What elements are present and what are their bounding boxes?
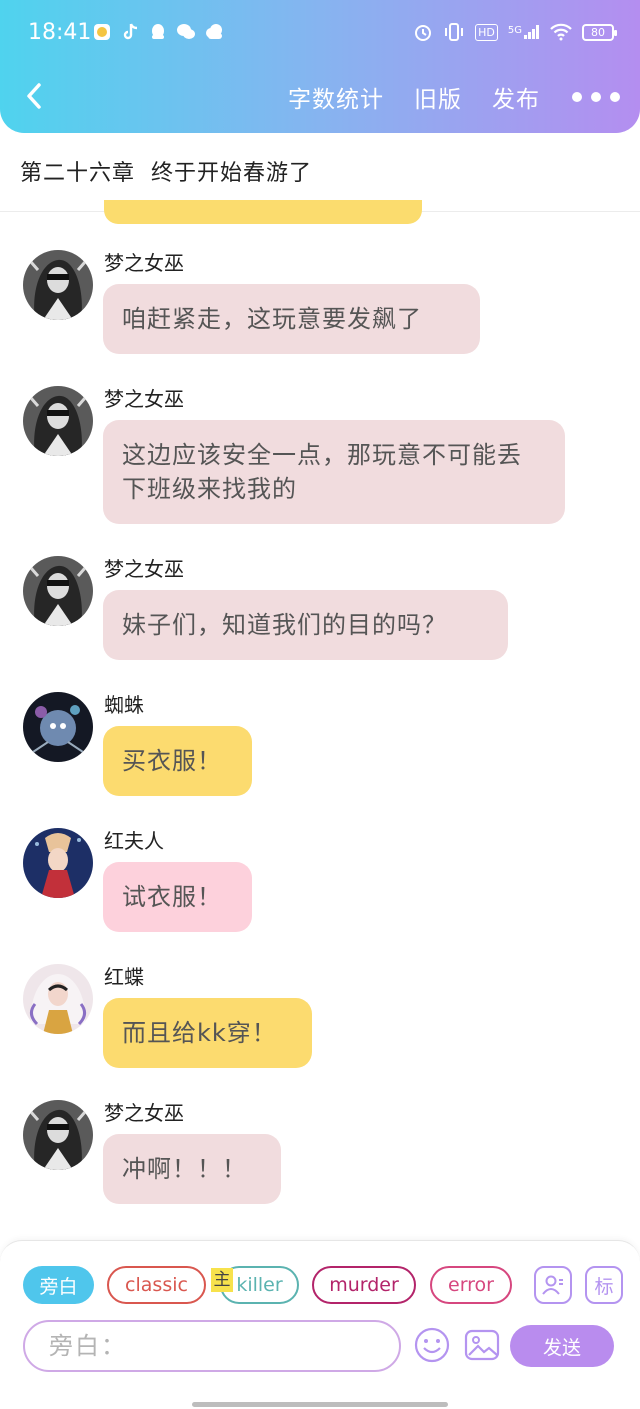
network-label: 5G	[507, 25, 522, 36]
role-manage-icon	[542, 1275, 563, 1295]
previous-message-bubble[interactable]	[104, 200, 422, 224]
sender-name: 梦之女巫	[104, 251, 184, 275]
sender-name: 梦之女巫	[104, 1101, 184, 1125]
role-chip-narration[interactable]: 旁白	[23, 1266, 94, 1304]
back-button[interactable]	[20, 78, 50, 114]
alarm-icon	[415, 25, 432, 41]
publish-button[interactable]: 发布	[492, 80, 540, 114]
message-bubble[interactable]: 而且给kk穿！	[103, 998, 312, 1068]
message-bubble[interactable]: 妹子们，知道我们的目的吗？	[103, 590, 508, 660]
message-input[interactable]: 旁白：	[23, 1320, 401, 1372]
avatar[interactable]	[23, 964, 93, 1034]
system-status: HD 5G 80	[413, 22, 617, 42]
word-count-button[interactable]: 字数统计	[288, 80, 384, 114]
avatar[interactable]	[23, 828, 93, 898]
emoji-icon	[414, 1327, 450, 1363]
avatar[interactable]	[23, 250, 93, 320]
mark-button[interactable]: 标	[585, 1266, 623, 1304]
role-chip-murder[interactable]: murder	[312, 1266, 416, 1304]
old-version-button[interactable]: 旧版	[414, 80, 462, 114]
avatar[interactable]	[23, 1100, 93, 1170]
app-header: 18:41 HD 5G 80 字数统计 旧版 发布	[0, 0, 640, 133]
role-chip-classic[interactable]: classic	[107, 1266, 206, 1304]
home-indicator[interactable]	[192, 1402, 448, 1407]
notification-app-icon	[92, 22, 112, 42]
mark-button-label: 标	[594, 1275, 614, 1298]
wifi-icon	[550, 23, 572, 41]
message-bubble[interactable]: 试衣服！	[103, 862, 252, 932]
sender-name: 蜘蛛	[104, 693, 144, 717]
sender-name: 红蝶	[104, 965, 144, 989]
cloud-app-icon	[204, 22, 224, 42]
back-icon	[27, 83, 41, 109]
chapter-title[interactable]: 第二十六章 终于开始春游了	[20, 155, 312, 187]
wechat-icon	[176, 22, 196, 42]
role-chip-error[interactable]: error	[430, 1266, 512, 1304]
qq-icon	[148, 22, 168, 42]
message-bubble[interactable]: 这边应该安全一点，那玩意不可能丢下班级来找我的	[103, 420, 565, 524]
more-icon[interactable]	[572, 92, 620, 102]
message-bubble[interactable]: 咱赶紧走，这玩意要发飙了	[103, 284, 480, 354]
avatar[interactable]	[23, 692, 93, 762]
status-time: 18:41	[28, 20, 92, 45]
signal-indicator: 5G	[508, 25, 540, 39]
sender-name: 红夫人	[104, 829, 164, 853]
message-bubble[interactable]: 买衣服！	[103, 726, 252, 796]
header-actions: 字数统计 旧版 发布	[288, 80, 640, 114]
hd-badge: HD	[475, 23, 498, 41]
signal-icon	[524, 25, 539, 39]
image-button[interactable]	[463, 1326, 501, 1364]
battery-icon: 80	[582, 23, 617, 41]
image-icon	[464, 1329, 500, 1361]
sender-name: 梦之女巫	[104, 387, 184, 411]
notification-icons	[92, 22, 224, 42]
battery-level: 80	[591, 25, 605, 39]
role-manage-button[interactable]	[534, 1266, 572, 1304]
vibrate-icon	[445, 23, 464, 41]
emoji-button[interactable]	[413, 1326, 451, 1364]
avatar[interactable]	[23, 386, 93, 456]
tiktok-icon	[120, 22, 140, 42]
avatar[interactable]	[23, 556, 93, 626]
main-role-badge: 主	[211, 1268, 233, 1292]
sender-name: 梦之女巫	[104, 557, 184, 581]
send-button[interactable]: 发送	[510, 1325, 614, 1367]
message-bubble[interactable]: 冲啊！！！	[103, 1134, 281, 1204]
